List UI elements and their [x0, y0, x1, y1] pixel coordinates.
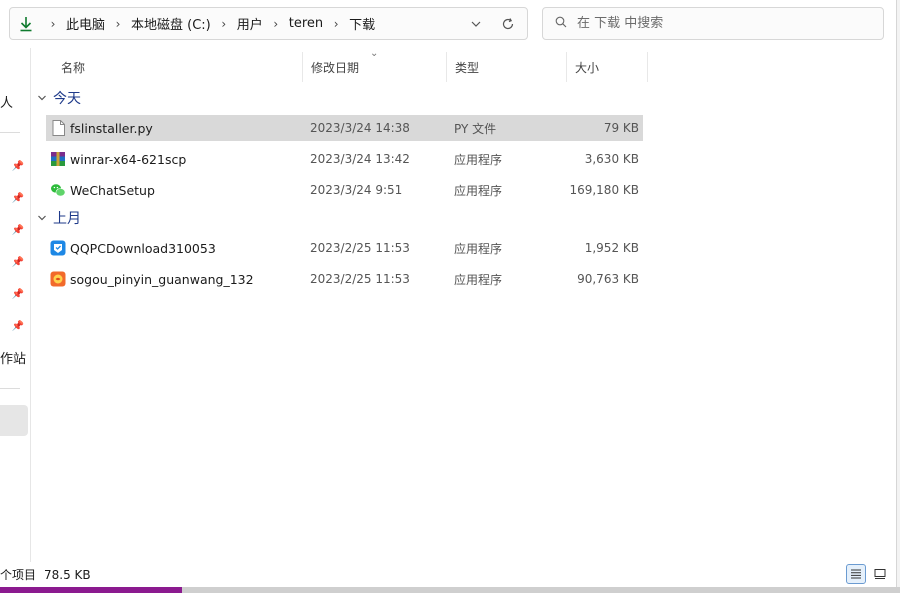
chevron-right-icon[interactable]: ›: [45, 16, 61, 32]
nav-item-selected[interactable]: [0, 405, 28, 436]
search-icon: [555, 16, 567, 32]
column-header-type[interactable]: 类型: [447, 52, 567, 82]
file-type: 应用程序: [454, 241, 503, 256]
breadcrumb-user-folder[interactable]: teren: [289, 8, 323, 39]
column-header-size[interactable]: 大小: [567, 52, 648, 82]
file-type: 应用程序: [454, 152, 503, 167]
file-size: 3,630 KB: [584, 152, 639, 166]
history-dropdown-button[interactable]: [465, 13, 487, 35]
navigation-pane: 人 📌 📌 📌 📌 📌 📌 作站: [0, 48, 31, 562]
file-type: PY 文件: [454, 121, 497, 136]
pin-icon: 📌: [11, 256, 25, 268]
chevron-right-icon[interactable]: ›: [216, 16, 232, 32]
toolbar: › 此电脑 › 本地磁盘 (C:) › 用户 › teren › 下载: [0, 0, 896, 48]
file-name: winrar-x64-621scp: [70, 151, 187, 167]
file-row[interactable]: QQPCDownload310053 2023/2/25 11:53 应用程序 …: [46, 235, 643, 261]
taskbar-active-app[interactable]: [0, 587, 182, 593]
breadcrumb-downloads[interactable]: 下载: [349, 8, 375, 39]
file-size: 1,952 KB: [584, 241, 639, 255]
pin-icon: 📌: [11, 320, 25, 332]
chevron-right-icon[interactable]: ›: [328, 16, 344, 32]
file-explorer-window: › 此电脑 › 本地磁盘 (C:) › 用户 › teren › 下载 在 下载…: [0, 0, 897, 588]
status-bar: 个项目 78.5 KB: [0, 562, 896, 587]
download-arrow-icon: [18, 16, 34, 32]
file-type: 应用程序: [454, 272, 503, 287]
file-row[interactable]: sogou_pinyin_guanwang_132 2023/2/25 11:5…: [46, 266, 643, 292]
thumbnail-view-icon: [874, 569, 886, 579]
file-date: 2023/2/25 11:53: [310, 241, 410, 255]
breadcrumb-users[interactable]: 用户: [237, 8, 263, 39]
sogou-icon: [50, 271, 66, 287]
file-row[interactable]: fslinstaller.py 2023/3/24 14:38 PY 文件 79…: [46, 115, 643, 141]
file-size: 90,763 KB: [577, 272, 639, 286]
chevron-right-icon[interactable]: ›: [110, 16, 126, 32]
chevron-down-icon: [471, 21, 481, 27]
group-header-last-month[interactable]: 上月: [35, 206, 81, 230]
breadcrumb-local-disk[interactable]: 本地磁盘 (C:): [131, 8, 211, 39]
search-box[interactable]: [542, 7, 884, 40]
item-count-label: 个项目: [0, 568, 37, 582]
file-date: 2023/3/24 9:51: [310, 183, 403, 197]
group-header-today[interactable]: 今天: [35, 86, 81, 110]
file-date: 2023/3/24 13:42: [310, 152, 410, 166]
thumbnail-view-button[interactable]: [870, 564, 890, 584]
pin-icon: 📌: [11, 224, 25, 236]
taskbar: [0, 587, 900, 593]
file-row[interactable]: winrar-x64-621scp 2023/3/24 13:42 应用程序 3…: [46, 146, 643, 172]
chevron-down-icon[interactable]: [35, 211, 49, 225]
refresh-button[interactable]: [497, 13, 519, 35]
wechat-icon: [50, 182, 66, 198]
file-name: QQPCDownload310053: [70, 240, 216, 256]
qq-pc-manager-icon: [50, 240, 66, 256]
file-name: sogou_pinyin_guanwang_132: [70, 271, 254, 287]
pin-icon: 📌: [11, 192, 25, 204]
search-input[interactable]: [575, 15, 879, 32]
nav-divider: [0, 388, 20, 389]
winrar-icon: [50, 151, 66, 167]
pin-icon: 📌: [11, 288, 25, 300]
column-headers: ⌄ 名称 修改日期 类型 大小: [31, 48, 895, 86]
file-list: ⌄ 名称 修改日期 类型 大小 今天 fslinstaller.py 2023/…: [31, 48, 895, 562]
file-name: fslinstaller.py: [70, 120, 153, 136]
breadcrumb-this-pc[interactable]: 此电脑: [66, 8, 105, 39]
chevron-down-icon[interactable]: [35, 91, 49, 105]
file-size: 169,180 KB: [569, 183, 639, 197]
column-header-date[interactable]: 修改日期: [303, 52, 447, 82]
refresh-icon: [502, 17, 514, 29]
document-icon: [50, 120, 66, 136]
file-row[interactable]: WeChatSetup 2023/3/24 9:51 应用程序 169,180 …: [46, 177, 643, 203]
nav-divider: [0, 132, 20, 133]
file-size: 79 KB: [603, 121, 639, 135]
nav-item-partial-label[interactable]: 人: [0, 92, 13, 111]
chevron-right-icon[interactable]: ›: [268, 16, 284, 32]
column-header-name[interactable]: 名称: [53, 52, 303, 82]
file-date: 2023/3/24 14:38: [310, 121, 410, 135]
pin-icon: 📌: [11, 160, 25, 172]
list-view-icon: [851, 569, 861, 579]
details-view-button[interactable]: [846, 564, 866, 584]
file-date: 2023/2/25 11:53: [310, 272, 410, 286]
address-bar-actions: [465, 8, 519, 39]
address-bar[interactable]: › 此电脑 › 本地磁盘 (C:) › 用户 › teren › 下载: [9, 7, 528, 40]
view-toggle: [846, 564, 890, 584]
file-name: WeChatSetup: [70, 182, 155, 198]
file-type: 应用程序: [454, 183, 503, 198]
selected-size: 78.5 KB: [44, 567, 91, 582]
nav-item-partial-label[interactable]: 作站: [0, 348, 26, 367]
